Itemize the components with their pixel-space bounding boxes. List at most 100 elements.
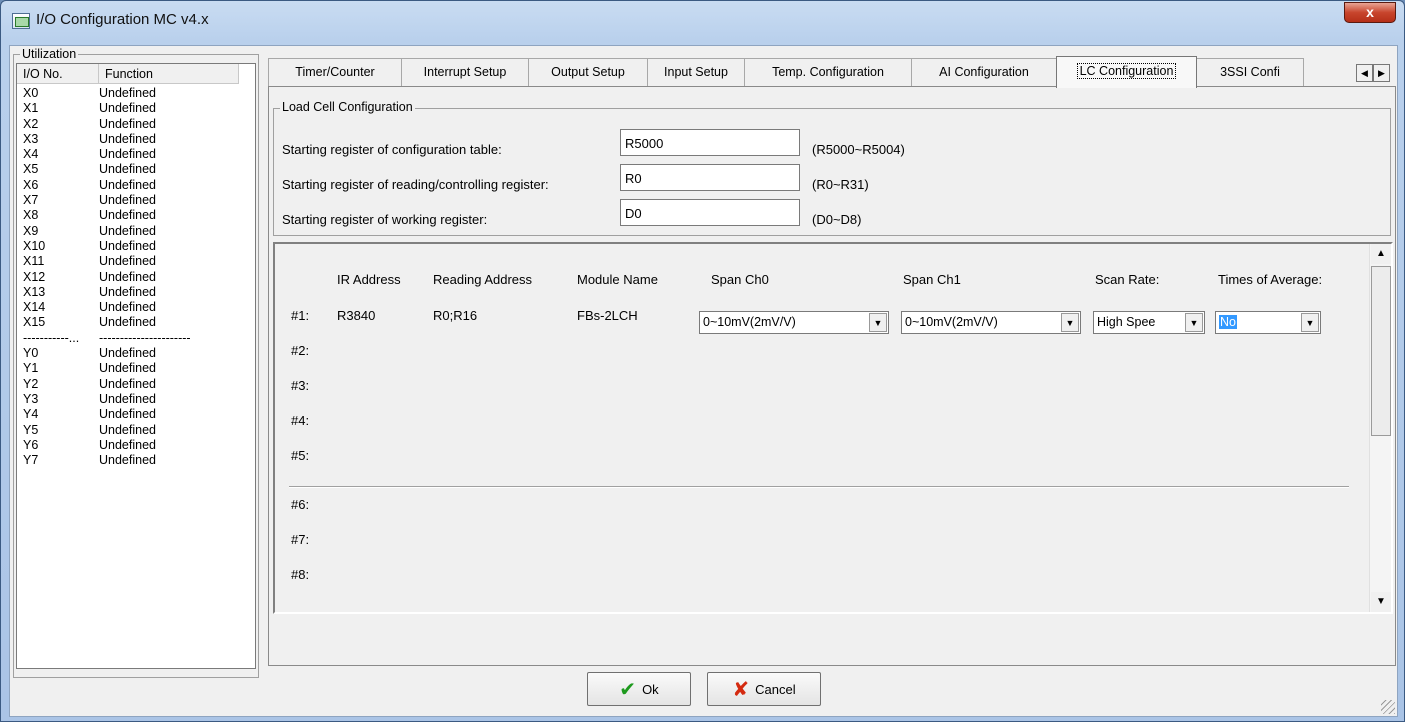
column-header-function[interactable]: Function — [99, 64, 239, 84]
utilization-list[interactable]: I/O No. Function X0 Undefined X1 Undefined X… — [16, 63, 256, 669]
io-number: Y0 — [23, 346, 39, 361]
io-function: Undefined — [99, 422, 156, 437]
io-number: X10 — [23, 238, 46, 253]
module-scroll-panel[interactable]: IR Address Reading Address Module Name S… — [273, 242, 1393, 614]
io-number: X9 — [23, 223, 39, 238]
chevron-down-icon[interactable]: ▼ — [1061, 313, 1079, 332]
main-window: I/O Configuration MC v4.x x Utilization … — [0, 0, 1405, 722]
row1-span-ch1-select[interactable]: 0~10mV(2mV/V) ▼ — [901, 311, 1081, 334]
io-number: X13 — [23, 284, 46, 299]
io-number: X1 — [23, 101, 39, 116]
tab-timer-counter[interactable]: Timer/Counter — [268, 58, 402, 86]
io-number: X5 — [23, 162, 39, 177]
row1-times-of-average-select[interactable]: No ▼ — [1215, 311, 1321, 334]
io-function: Undefined — [99, 453, 156, 468]
reading-register-input[interactable] — [620, 164, 800, 191]
io-number: -----------... — [23, 330, 80, 345]
list-item[interactable]: X11 Undefined — [17, 254, 255, 269]
load-cell-configuration-group: Load Cell Configuration Starting registe… — [273, 100, 1391, 236]
ok-label: Ok — [642, 681, 659, 697]
list-item[interactable]: Y3 Undefined — [17, 392, 255, 407]
io-function: Undefined — [99, 376, 156, 391]
tab-label: Input Setup — [664, 65, 728, 79]
tab-temp-configuration[interactable]: Temp. Configuration — [744, 58, 912, 86]
tab-lc-configuration[interactable]: LC Configuration — [1056, 56, 1197, 88]
row1-span-ch0-select[interactable]: 0~10mV(2mV/V) ▼ — [699, 311, 889, 334]
io-function: Undefined — [99, 437, 156, 452]
list-item[interactable]: X2 Undefined — [17, 117, 255, 132]
module-row-label: #5: — [291, 448, 310, 463]
io-function: Undefined — [99, 147, 156, 162]
utilization-legend: Utilization — [20, 47, 79, 61]
io-number: Y3 — [23, 391, 39, 406]
io-number: X12 — [23, 269, 46, 284]
tab-label: 3SSI Confi — [1220, 65, 1280, 79]
reading-register-label: Starting register of reading/controlling… — [282, 177, 549, 192]
list-item[interactable]: Y5 Undefined — [17, 423, 255, 438]
list-item[interactable]: X7 Undefined — [17, 193, 255, 208]
module-row-label: #1: — [291, 308, 310, 323]
close-button[interactable]: x — [1344, 2, 1396, 23]
list-item[interactable]: Y6 Undefined — [17, 438, 255, 453]
tab-ai-configuration[interactable]: AI Configuration — [911, 58, 1057, 86]
column-header-io-no[interactable]: I/O No. — [17, 64, 99, 84]
header-module-name: Module Name — [577, 272, 658, 287]
list-item[interactable]: Y2 Undefined — [17, 377, 255, 392]
io-function: Undefined — [99, 208, 156, 223]
module-row-label: #3: — [291, 378, 310, 393]
title-bar[interactable]: I/O Configuration MC v4.x x — [1, 1, 1404, 41]
list-item[interactable]: X8 Undefined — [17, 208, 255, 223]
tab-scroll-left-icon[interactable]: ◀ — [1356, 64, 1373, 82]
list-item[interactable]: X0 Undefined — [17, 86, 255, 101]
io-number: X2 — [23, 116, 39, 131]
working-register-input[interactable] — [620, 199, 800, 226]
lc-configuration-page: Load Cell Configuration Starting registe… — [268, 86, 1396, 666]
io-number: Y2 — [23, 376, 39, 391]
list-item[interactable]: X14 Undefined — [17, 300, 255, 315]
ok-button[interactable]: ✔ Ok — [587, 672, 691, 706]
config-table-input[interactable] — [620, 129, 800, 156]
tab-input-setup[interactable]: Input Setup — [647, 58, 745, 86]
list-item[interactable]: X4 Undefined — [17, 147, 255, 162]
scroll-thumb[interactable] — [1371, 266, 1391, 436]
tab-interrupt-setup[interactable]: Interrupt Setup — [401, 58, 529, 86]
scroll-up-icon[interactable]: ▲ — [1371, 244, 1391, 264]
scroll-down-icon[interactable]: ▼ — [1371, 592, 1391, 612]
header-reading-address: Reading Address — [433, 272, 533, 287]
io-function: Undefined — [99, 101, 156, 116]
window-title: I/O Configuration MC v4.x — [36, 11, 209, 28]
row1-scan-rate-select[interactable]: High Spee ▼ — [1093, 311, 1205, 334]
list-item[interactable]: X3 Undefined — [17, 132, 255, 147]
tab-strip: Timer/Counter Interrupt Setup Output Setup… — [268, 56, 1304, 88]
list-item[interactable]: Y0 Undefined — [17, 346, 255, 361]
list-item[interactable]: X12 Undefined — [17, 270, 255, 285]
list-item[interactable]: X15 Undefined — [17, 315, 255, 330]
io-function: Undefined — [99, 86, 156, 100]
reading-register-range: (R0~R31) — [812, 177, 869, 192]
chevron-down-icon[interactable]: ▼ — [1185, 313, 1203, 332]
tab-output-setup[interactable]: Output Setup — [528, 58, 648, 86]
io-number: Y1 — [23, 361, 39, 376]
cancel-button[interactable]: ✘ Cancel — [707, 672, 821, 706]
resize-grip-icon[interactable] — [1381, 700, 1395, 714]
tab-scroll-right-icon[interactable]: ▶ — [1373, 64, 1390, 82]
list-item[interactable]: X9 Undefined — [17, 224, 255, 239]
chevron-down-icon[interactable]: ▼ — [869, 313, 887, 332]
list-item[interactable]: X1 Undefined — [17, 101, 255, 116]
list-item[interactable]: Y7 Undefined — [17, 453, 255, 468]
io-function: Undefined — [99, 269, 156, 284]
tab-3ssi-confi[interactable]: 3SSI Confi — [1196, 58, 1304, 86]
list-item[interactable]: Y1 Undefined — [17, 361, 255, 376]
io-function: Undefined — [99, 254, 156, 269]
list-item[interactable]: X13 Undefined — [17, 285, 255, 300]
list-item[interactable]: X5 Undefined — [17, 162, 255, 177]
list-item[interactable]: -----------... ---------------------- — [17, 331, 255, 346]
io-function: Undefined — [99, 407, 156, 422]
io-number: Y4 — [23, 407, 39, 422]
module-vertical-scrollbar[interactable]: ▲ ▼ — [1369, 244, 1391, 612]
io-number: X7 — [23, 193, 39, 208]
list-item[interactable]: Y4 Undefined — [17, 407, 255, 422]
list-item[interactable]: X10 Undefined — [17, 239, 255, 254]
chevron-down-icon[interactable]: ▼ — [1301, 313, 1319, 332]
list-item[interactable]: X6 Undefined — [17, 178, 255, 193]
